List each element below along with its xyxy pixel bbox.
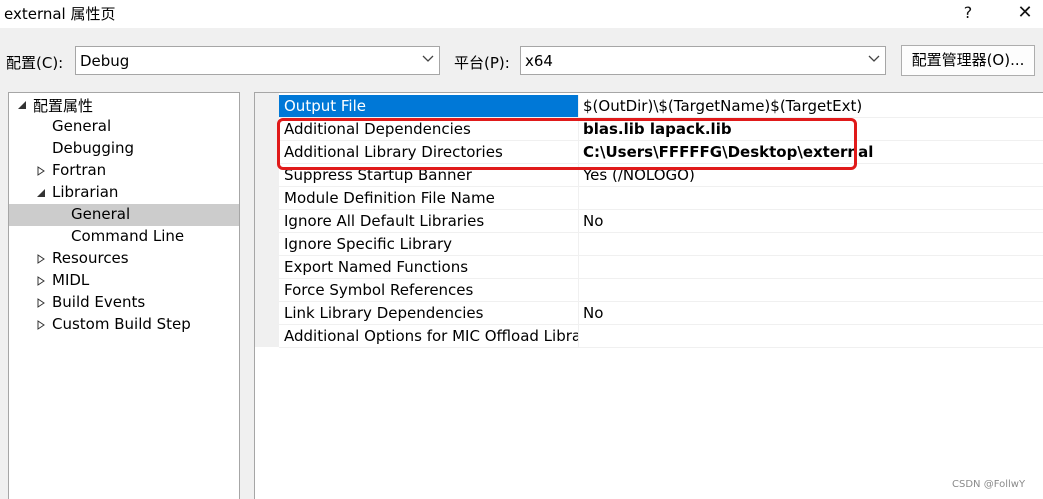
property-value[interactable]: $(OutDir)\$(TargetName)$(TargetExt) — [579, 95, 1043, 117]
tree-item-label: Resources — [52, 249, 129, 267]
collapsed-arrow-icon[interactable] — [36, 298, 46, 308]
collapsed-arrow-icon[interactable] — [36, 320, 46, 330]
tree-item-label: Custom Build Step — [52, 315, 191, 333]
title-bar: external 属性页 ? ✕ — [0, 0, 1043, 28]
collapsed-arrow-icon[interactable] — [36, 166, 46, 176]
tree-item[interactable]: Fortran — [9, 160, 239, 182]
chevron-down-icon — [868, 55, 880, 62]
property-row[interactable]: Link Library Dependencies No — [279, 302, 1043, 325]
tree-item[interactable]: 配置属性 — [9, 94, 239, 116]
watermark: CSDN @FollwY — [952, 479, 1026, 490]
property-value[interactable] — [579, 256, 1043, 278]
property-row[interactable]: Module Definition File Name — [279, 187, 1043, 210]
expanded-arrow-icon[interactable] — [17, 100, 27, 110]
property-value[interactable]: No — [579, 302, 1043, 324]
tree-item[interactable]: Resources — [9, 248, 239, 270]
close-button[interactable]: ✕ — [1010, 2, 1040, 24]
tree-item-label: Debugging — [52, 139, 135, 157]
tree-item[interactable]: General — [9, 204, 239, 226]
window-title: external 属性页 — [4, 5, 116, 23]
configuration-manager-button[interactable]: 配置管理器(O)... — [901, 45, 1035, 76]
tree-item-label: MIDL — [52, 271, 90, 289]
tree-item[interactable]: Build Events — [9, 292, 239, 314]
tree-item[interactable]: General — [9, 116, 239, 138]
property-value[interactable]: No — [579, 210, 1043, 232]
property-name: Output File — [279, 95, 579, 117]
property-value[interactable] — [579, 325, 1043, 347]
tree-item-label: General — [71, 205, 131, 223]
tree-item[interactable]: MIDL — [9, 270, 239, 292]
grid-gutter — [255, 93, 279, 347]
property-row[interactable]: Ignore Specific Library — [279, 233, 1043, 256]
collapsed-arrow-icon[interactable] — [36, 254, 46, 264]
tree-item[interactable]: Command Line — [9, 226, 239, 248]
property-name: Ignore All Default Libraries — [279, 210, 579, 232]
highlight-annotation — [277, 118, 857, 170]
platform-label: 平台(P): — [454, 54, 510, 72]
expanded-arrow-icon[interactable] — [36, 188, 46, 198]
property-value[interactable] — [579, 279, 1043, 301]
property-value[interactable] — [579, 187, 1043, 209]
tree-item-label: Command Line — [71, 227, 185, 245]
platform-dropdown[interactable]: x64 — [520, 46, 886, 75]
property-name: Link Library Dependencies — [279, 302, 579, 324]
collapsed-arrow-icon[interactable] — [36, 276, 46, 286]
property-tree: 配置属性 General Debugging Fortran Librarian Gene… — [8, 92, 240, 499]
property-row[interactable]: Force Symbol References — [279, 279, 1043, 302]
tree-item-label: Build Events — [52, 293, 146, 311]
property-row[interactable]: Export Named Functions — [279, 256, 1043, 279]
tree-item[interactable]: Debugging — [9, 138, 239, 160]
property-value[interactable] — [579, 233, 1043, 255]
config-label: 配置(C): — [6, 54, 64, 72]
property-row[interactable]: Ignore All Default Libraries No — [279, 210, 1043, 233]
tree-item[interactable]: Librarian — [9, 182, 239, 204]
tree-item-label: Fortran — [52, 161, 107, 179]
tree-item-label: 配置属性 — [33, 97, 94, 115]
property-row[interactable]: Output File $(OutDir)\$(TargetName)$(Targ… — [279, 95, 1043, 118]
platform-value: x64 — [525, 52, 553, 70]
property-name: Force Symbol References — [279, 279, 579, 301]
property-name: Ignore Specific Library — [279, 233, 579, 255]
property-name: Module Definition File Name — [279, 187, 579, 209]
property-row[interactable]: Additional Options for MIC Offload Libra — [279, 325, 1043, 348]
tree-item-label: General — [52, 117, 112, 135]
config-value: Debug — [80, 52, 130, 70]
tree-item-label: Librarian — [52, 183, 119, 201]
tree-item[interactable]: Custom Build Step — [9, 314, 239, 336]
help-button[interactable]: ? — [953, 2, 983, 24]
config-dropdown[interactable]: Debug — [75, 46, 440, 75]
property-name: Additional Options for MIC Offload Libra — [279, 325, 579, 347]
chevron-down-icon — [422, 55, 434, 62]
property-name: Export Named Functions — [279, 256, 579, 278]
